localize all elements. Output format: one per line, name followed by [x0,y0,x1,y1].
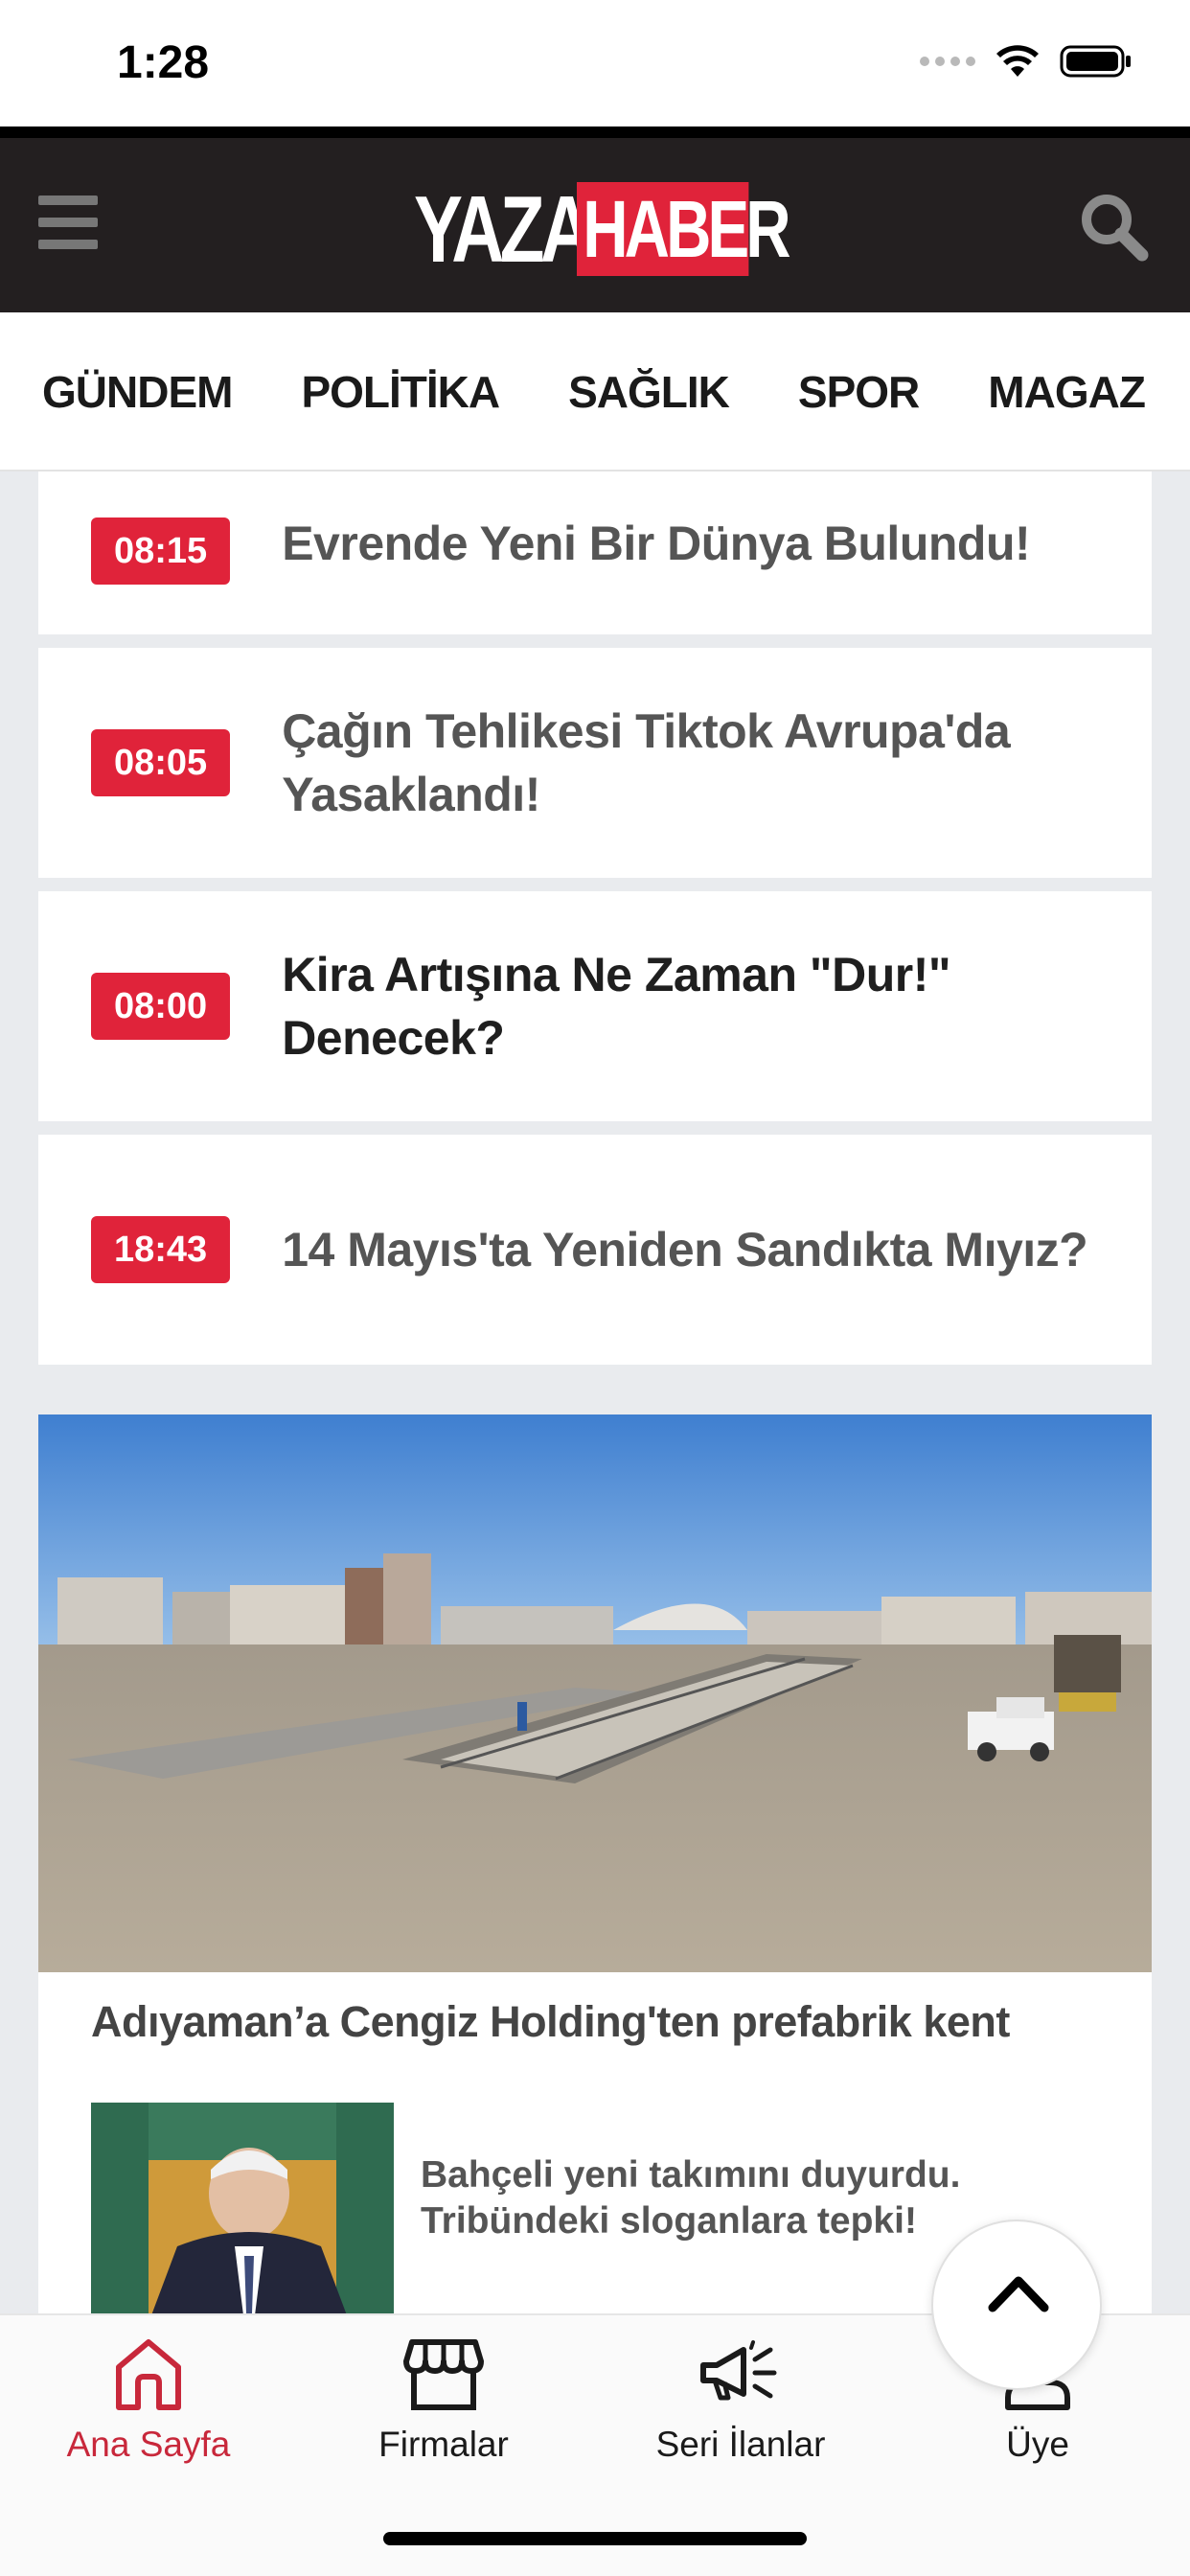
tab-seri-ilanlar[interactable]: Seri İlanlar [592,2334,889,2465]
logo-yazar-text: YAZAR [414,176,642,282]
cellular-signal-icon [920,57,975,66]
status-bar: 1:28 [0,0,1190,126]
category-politika[interactable]: POLİTİKA [301,312,500,470]
megaphone-icon [700,2340,777,2401]
news-title: Kira Artışına Ne Zaman "Dur!" Denecek? [282,948,951,1065]
tab-label: Üye [1006,2425,1069,2464]
news-time-badge: 08:05 [91,729,231,796]
status-time: 1:28 [117,37,210,88]
tab-label: Firmalar [378,2425,509,2464]
news-time-badge: 08:15 [91,518,231,585]
category-gundem[interactable]: GÜNDEM [42,312,233,470]
tab-label: Seri İlanlar [655,2425,826,2464]
news-time-badge: 18:43 [91,1216,231,1283]
chevron-up-icon [988,2276,1049,2312]
wifi-icon [996,45,1039,77]
featured-news-title[interactable]: Adıyaman’a Cengiz Holding'ten prefabrik … [91,1997,1010,2047]
related-news-title-line2: Tribündeki sloganlara tepki! [421,2200,917,2242]
logo-haber-text: HABER [577,182,791,276]
featured-news-image[interactable] [38,1414,1152,1972]
news-item[interactable]: 08:15 Evrende Yeni Bir Dünya Bulundu! [38,472,1152,634]
status-icons [920,44,1133,79]
category-magazin[interactable]: MAGAZ [988,312,1146,470]
news-list: 08:15 Evrende Yeni Bir Dünya Bulundu! 08… [38,472,1152,1378]
home-icon [116,2339,181,2410]
home-indicator [383,2532,807,2545]
search-icon[interactable] [1077,190,1150,263]
category-spor[interactable]: SPOR [798,312,920,470]
news-item[interactable]: 18:43 14 Mayıs'ta Yeniden Sandıkta Mıyız… [38,1135,1152,1365]
tab-ana-sayfa[interactable]: Ana Sayfa [0,2334,297,2465]
category-saglik[interactable]: SAĞLIK [568,312,730,470]
tab-firmalar[interactable]: Firmalar [295,2334,592,2465]
scroll-to-top-button[interactable] [931,2220,1102,2390]
app-header: YAZAR HABER [0,126,1190,312]
store-icon [403,2339,484,2410]
hamburger-menu-icon[interactable] [38,196,98,249]
news-title: Evrende Yeni Bir Dünya Bulundu! [282,517,1031,570]
related-news-title-line1: Bahçeli yeni takımını duyurdu. [421,2154,961,2196]
battery-icon [1060,45,1131,78]
tab-label: Ana Sayfa [66,2425,231,2464]
news-title: Çağın Tehlikesi Tiktok Avrupa'da Yasakla… [282,704,1011,821]
featured-news-card: Adıyaman’a Cengiz Holding'ten prefabrik … [38,1414,1152,2315]
news-item[interactable]: 08:05 Çağın Tehlikesi Tiktok Avrupa'da Y… [38,648,1152,878]
site-logo[interactable]: YAZAR HABER [414,182,797,276]
related-news-thumbnail [91,2103,394,2315]
news-item[interactable]: 08:00 Kira Artışına Ne Zaman "Dur!" Dene… [38,891,1152,1121]
news-time-badge: 08:00 [91,973,231,1040]
news-title: 14 Mayıs'ta Yeniden Sandıkta Mıyız? [282,1223,1088,1276]
category-nav: GÜNDEM POLİTİKA SAĞLIK SPOR MAGAZ [0,312,1190,472]
